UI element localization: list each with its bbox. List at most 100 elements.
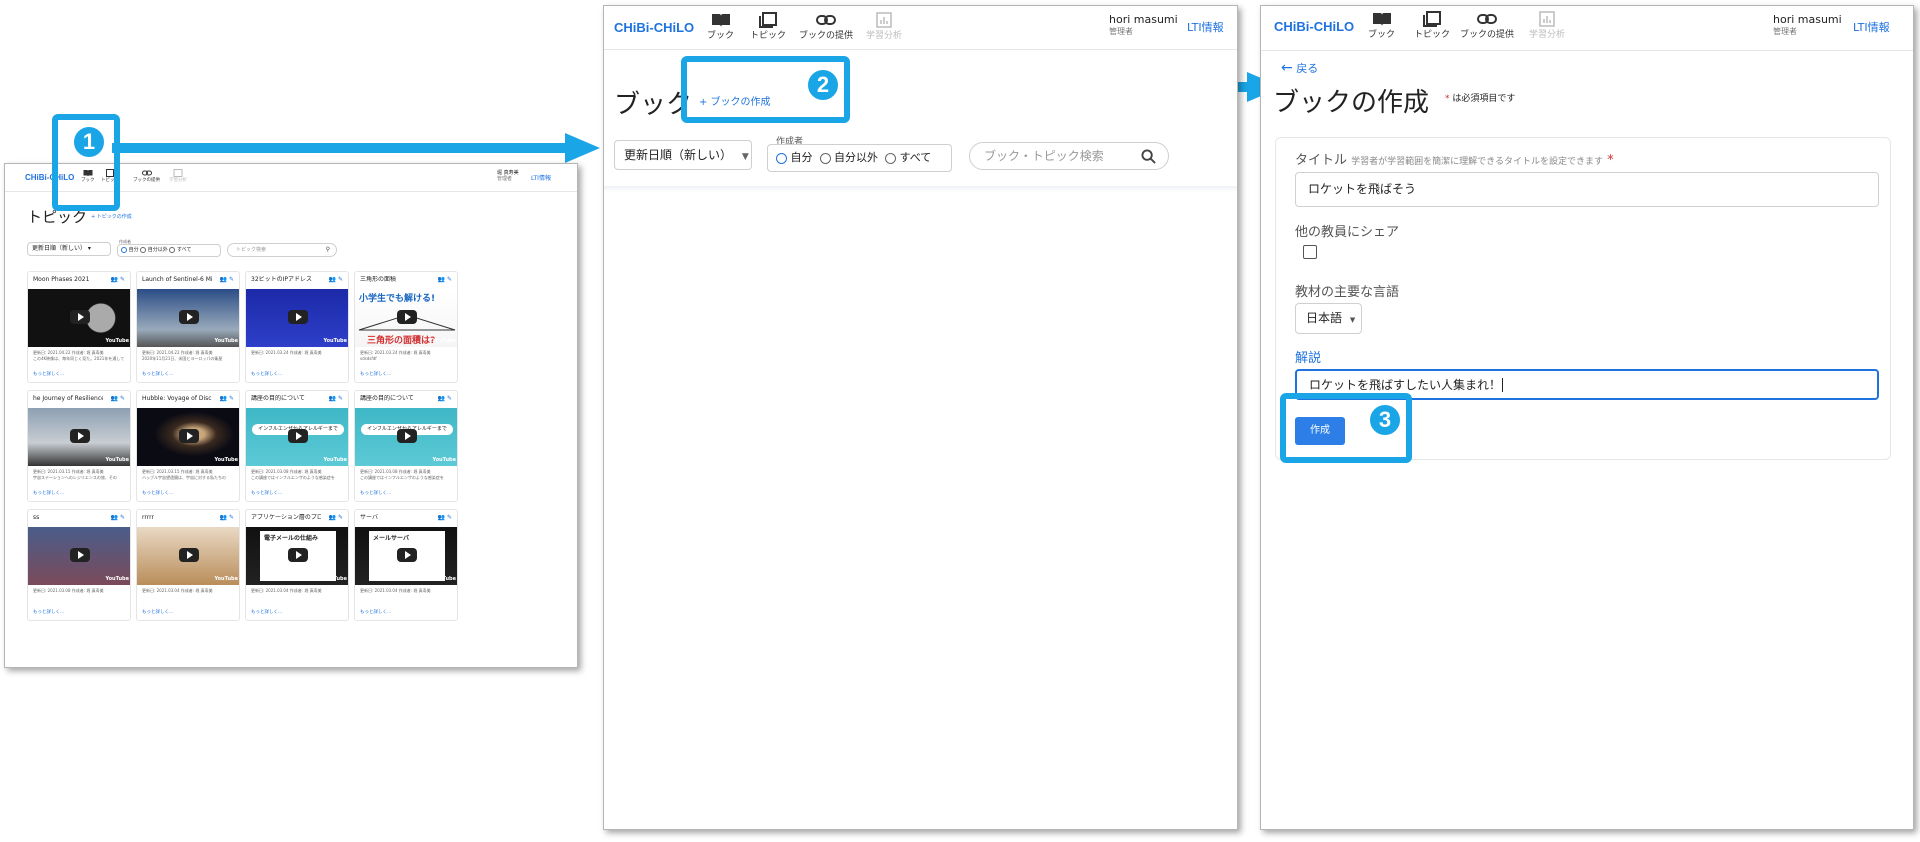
video-thumbnail[interactable]: インフルエンザからアレルギーまでYouTube [355, 408, 457, 466]
topic-card[interactable]: he Journey of Resilience to The Space St… [27, 390, 131, 502]
play-icon[interactable] [70, 429, 90, 443]
share-edit-icons[interactable]: 👥 ✎ [329, 276, 343, 283]
brand-logo: CHiBi-CHiLO [614, 20, 695, 35]
play-icon[interactable] [397, 310, 417, 324]
play-icon[interactable] [288, 429, 308, 443]
video-thumbnail[interactable]: YouTube [246, 289, 348, 347]
user-info[interactable]: hori masumi 管理者 [1109, 14, 1178, 38]
description-value: ロケットを飛ばすしたい人集まれ！ [1309, 378, 1502, 392]
video-thumbnail[interactable]: YouTube [28, 408, 130, 466]
filter-self[interactable]: 自分 [791, 151, 813, 164]
share-edit-icons[interactable]: 👥 ✎ [111, 395, 125, 402]
video-thumbnail[interactable]: YouTube [28, 289, 130, 347]
nav-book[interactable]: ブック [707, 12, 734, 41]
share-edit-icons[interactable]: 👥 ✎ [220, 514, 234, 521]
topic-card[interactable]: 講座の目的について👥 ✎インフルエンザからアレルギーまでYouTube更新日: … [354, 390, 458, 502]
author-filter[interactable]: 自分 自分以外 すべて [117, 244, 221, 257]
topic-card[interactable]: 32ビットのIPアドレス 👥 ✎ YouTube 更新日: 2021.03.24 作成… [245, 271, 349, 383]
video-thumbnail[interactable]: YouTube [28, 527, 130, 585]
card-more-link[interactable]: もっと詳しく... [33, 609, 64, 615]
play-icon[interactable] [179, 429, 199, 443]
share-edit-icons[interactable]: 👥 ✎ [220, 276, 234, 283]
card-more-link[interactable]: もっと詳しく... [142, 490, 173, 496]
filter-others[interactable]: 自分以外 [834, 151, 878, 164]
card-more-link[interactable]: もっと詳しく... [142, 609, 173, 615]
video-thumbnail[interactable]: YouTube [137, 408, 239, 466]
nav-share[interactable]: ブックの提供 [799, 12, 853, 41]
author-filter[interactable]: 自分 自分以外 すべて [767, 144, 952, 172]
play-icon[interactable] [179, 548, 199, 562]
share-edit-icons[interactable]: 👥 ✎ [438, 276, 452, 283]
youtube-logo: YouTube [105, 457, 129, 463]
lti-link[interactable]: LTI情報 [1187, 19, 1224, 35]
chart-icon [876, 12, 892, 28]
card-more-link[interactable]: もっと詳しく... [142, 371, 173, 377]
play-icon[interactable] [70, 310, 90, 324]
topic-card[interactable]: Moon Phases 2021 👥 ✎ YouTube 更新日: 2021.04.2… [27, 271, 131, 383]
share-edit-icons[interactable]: 👥 ✎ [329, 514, 343, 521]
share-checkbox[interactable] [1303, 245, 1317, 259]
topic-card[interactable]: rrrrr 👥 ✎ YouTube 更新日: 2021.03.04 作成者: 堀 真寿… [136, 509, 240, 621]
card-more-link[interactable]: もっと詳しく... [33, 371, 64, 377]
topic-card[interactable]: サーバ 👥 ✎ メールサーバ YouTube 更新日: 2021.03.04 作成者: … [354, 509, 458, 621]
video-thumbnail[interactable]: インフルエンザからアレルギーまでYouTube [246, 408, 348, 466]
card-more-link[interactable]: もっと詳しく... [360, 371, 391, 377]
play-icon[interactable] [288, 548, 308, 562]
nav-topic[interactable]: トピック [750, 12, 786, 41]
video-thumbnail[interactable]: 電子メールの仕組み YouTube [246, 527, 348, 585]
topic-card[interactable]: ss 👥 ✎ YouTube 更新日: 2021.03.08 作成者: 堀 真寿美 もっ… [27, 509, 131, 621]
language-select[interactable]: 日本語 ▼ [1295, 303, 1362, 334]
topic-search-input[interactable]: トピック検索 ⚲ [227, 243, 337, 257]
topic-card[interactable]: Hubble: Voyage of Discovery👥 ✎YouTube更新日… [136, 390, 240, 502]
share-edit-icons[interactable]: 👥 ✎ [438, 514, 452, 521]
book-search-input[interactable]: ブック・トピック検索 [969, 142, 1169, 170]
nav-analytics[interactable]: 学習分析 [1529, 11, 1565, 40]
nav-analytics[interactable]: 学習分析 [866, 12, 902, 41]
share-edit-icons[interactable]: 👥 ✎ [438, 395, 452, 402]
card-more-link[interactable]: もっと詳しく... [33, 490, 64, 496]
topic-card[interactable]: Launch of Sentinel-6 Michael Freilich Sa… [136, 271, 240, 383]
card-meta: 更新日: 2021.03.24 作成者: 堀 真寿美 [251, 350, 322, 355]
share-edit-icons[interactable]: 👥 ✎ [220, 395, 234, 402]
user-info[interactable]: hori masumi 管理者 [1773, 14, 1842, 38]
nav-topic-label: トピック [1414, 30, 1451, 40]
filter-all[interactable]: すべて [900, 151, 932, 164]
card-more-link[interactable]: もっと詳しく... [360, 490, 391, 496]
youtube-logo: YouTube [432, 338, 456, 344]
back-link[interactable]: ← 戻る [1281, 60, 1318, 76]
nav-share[interactable]: ブックの提供 [133, 169, 160, 183]
user-info[interactable]: 堀 真寿美 管理者 [497, 170, 519, 182]
play-icon[interactable] [397, 548, 417, 562]
sort-select[interactable]: 更新日順（新しい） ▼ [614, 140, 752, 170]
filter-all[interactable]: すべて [177, 247, 191, 253]
topic-card[interactable]: 三角形の面積 👥 ✎ 小学生でも解ける! 三角形の面積は? YouTube 更新日: 20… [354, 271, 458, 383]
nav-topic[interactable]: トピック [1414, 11, 1450, 40]
nav-share[interactable]: ブックの提供 [1460, 11, 1514, 40]
nav-analytics[interactable]: 学習分析 [169, 169, 187, 183]
play-icon[interactable] [288, 310, 308, 324]
play-icon[interactable] [179, 310, 199, 324]
create-topic-link[interactable]: + トピックの作成 [91, 213, 132, 220]
card-more-link[interactable]: もっと詳しく... [360, 609, 391, 615]
filter-others[interactable]: 自分以外 [148, 247, 168, 253]
card-more-link[interactable]: もっと詳しく... [251, 371, 282, 377]
video-thumbnail[interactable]: YouTube [137, 289, 239, 347]
video-thumbnail[interactable]: YouTube [137, 527, 239, 585]
nav-book[interactable]: ブック [1368, 11, 1395, 40]
card-more-link[interactable]: もっと詳しく... [251, 490, 282, 496]
title-input[interactable]: ロケットを飛ばそう [1295, 172, 1879, 207]
video-thumbnail[interactable]: メールサーバ YouTube [355, 527, 457, 585]
play-icon[interactable] [70, 548, 90, 562]
share-edit-icons[interactable]: 👥 ✎ [329, 395, 343, 402]
filter-self[interactable]: 自分 [129, 247, 139, 253]
play-icon[interactable] [397, 429, 417, 443]
topic-card[interactable]: アプリケーション層のプロトコル 👥 ✎ 電子メールの仕組みYouTube 更新日: 2… [245, 509, 349, 621]
card-more-link[interactable]: もっと詳しく... [251, 609, 282, 615]
video-thumbnail[interactable]: 小学生でも解ける! 三角形の面積は? YouTube [355, 289, 457, 347]
lti-link[interactable]: LTI情報 [531, 173, 551, 182]
sort-select[interactable]: 更新日順（新しい） ▾ [27, 242, 111, 256]
share-edit-icons[interactable]: 👥 ✎ [111, 276, 125, 283]
lti-link[interactable]: LTI情報 [1853, 19, 1890, 35]
share-edit-icons[interactable]: 👥 ✎ [111, 514, 125, 521]
topic-card[interactable]: 講座の目的について👥 ✎インフルエンザからアレルギーまでYouTube更新日: … [245, 390, 349, 502]
